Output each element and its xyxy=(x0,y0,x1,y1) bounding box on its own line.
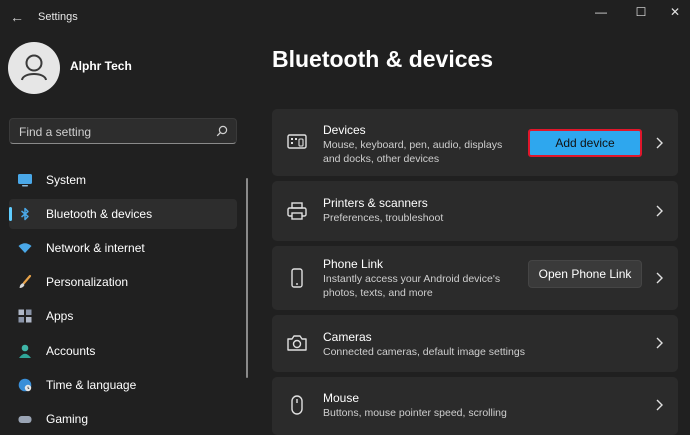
sidebar-item-label: Bluetooth & devices xyxy=(46,207,153,221)
sidebar-item-time-language[interactable]: Time & language xyxy=(9,370,237,400)
sidebar-item-label: Gaming xyxy=(46,412,89,426)
page-title: Bluetooth & devices xyxy=(272,46,494,72)
sidebar-item-label: Time & language xyxy=(46,378,137,392)
add-device-button[interactable]: Add device xyxy=(528,129,642,157)
card-subtitle: Instantly access your Android device's p… xyxy=(323,273,501,299)
mouse-card[interactable]: Mouse Buttons, mouse pointer speed, scro… xyxy=(272,377,678,435)
sidebar-item-gaming[interactable]: Gaming xyxy=(9,404,237,434)
devices-card[interactable]: Devices Mouse, keyboard, pen, audio, dis… xyxy=(272,109,678,176)
card-title: Cameras xyxy=(323,330,372,344)
sidebar-scrollbar[interactable] xyxy=(246,178,248,378)
search-placeholder: Find a setting xyxy=(19,125,92,139)
card-subtitle: Connected cameras, default image setting… xyxy=(323,346,525,358)
avatar[interactable] xyxy=(8,42,60,94)
chevron-right-icon[interactable] xyxy=(654,398,664,412)
mouse-icon xyxy=(291,395,303,415)
chevron-right-icon[interactable] xyxy=(654,136,664,150)
cameras-card[interactable]: Cameras Connected cameras, default image… xyxy=(272,315,678,372)
sidebar-item-label: Network & internet xyxy=(46,241,145,255)
search-input[interactable]: Find a setting xyxy=(9,118,237,144)
apps-icon xyxy=(18,309,32,323)
card-subtitle: Preferences, troubleshoot xyxy=(323,212,444,224)
bluetooth-icon xyxy=(21,207,29,221)
search-icon[interactable] xyxy=(216,125,228,137)
card-title: Printers & scanners xyxy=(323,196,428,210)
sidebar-item-label: System xyxy=(46,173,87,187)
close-button[interactable]: ✕ xyxy=(660,4,690,20)
devices-icon xyxy=(287,134,307,149)
camera-icon xyxy=(287,335,307,351)
minimize-button[interactable]: — xyxy=(586,4,616,20)
sidebar-item-bluetooth-devices[interactable]: Bluetooth & devices xyxy=(9,199,237,229)
globe-clock-icon xyxy=(18,378,32,392)
card-title: Mouse xyxy=(323,391,360,405)
back-arrow-icon[interactable]: ← xyxy=(8,8,26,26)
card-subtitle: Buttons, mouse pointer speed, scrolling xyxy=(323,407,507,419)
chevron-right-icon[interactable] xyxy=(654,204,664,218)
card-title: Devices xyxy=(323,123,366,137)
user-name: Alphr Tech xyxy=(70,59,132,73)
printers-scanners-card[interactable]: Printers & scanners Preferences, trouble… xyxy=(272,181,678,241)
card-subtitle: Mouse, keyboard, pen, audio, displays an… xyxy=(323,139,503,165)
gamepad-icon xyxy=(18,416,32,423)
app-title: Settings xyxy=(38,11,78,23)
active-indicator xyxy=(9,207,12,221)
sidebar-item-accounts[interactable]: Accounts xyxy=(9,336,237,366)
sidebar-item-network[interactable]: Network & internet xyxy=(9,233,237,263)
sidebar-item-personalization[interactable]: Personalization xyxy=(9,267,237,297)
monitor-icon xyxy=(18,174,32,187)
chevron-right-icon[interactable] xyxy=(654,336,664,350)
sidebar-item-apps[interactable]: Apps xyxy=(9,301,237,331)
brush-icon xyxy=(19,274,32,288)
sidebar-item-system[interactable]: System xyxy=(9,165,237,195)
wifi-icon xyxy=(18,243,32,253)
person-icon xyxy=(21,54,47,81)
sidebar-item-label: Accounts xyxy=(46,344,96,358)
person-icon xyxy=(19,344,31,358)
printer-icon xyxy=(287,202,307,220)
maximize-button[interactable]: ☐ xyxy=(626,4,656,20)
sidebar-item-label: Apps xyxy=(46,309,74,323)
sidebar-item-label: Personalization xyxy=(46,275,129,289)
phone-icon xyxy=(291,268,303,288)
open-phone-link-button[interactable]: Open Phone Link xyxy=(528,260,642,288)
phone-link-card[interactable]: Phone Link Instantly access your Android… xyxy=(272,246,678,310)
card-title: Phone Link xyxy=(323,257,384,271)
title-bar: ← Settings — ☐ ✕ xyxy=(0,0,690,34)
chevron-right-icon[interactable] xyxy=(654,271,664,285)
